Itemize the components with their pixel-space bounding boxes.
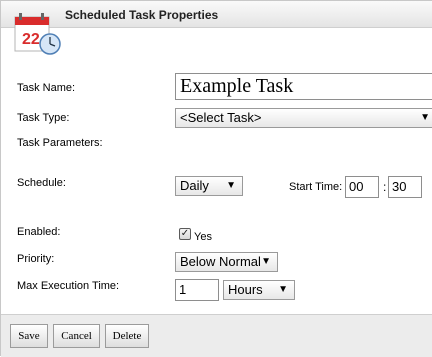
enabled-checkbox[interactable]: ✓ <box>179 228 191 240</box>
enabled-yes-label: Yes <box>194 231 212 243</box>
priority-value: Below Normal <box>180 254 261 269</box>
max-execution-input[interactable]: 1 <box>175 279 219 301</box>
dialog-title: Scheduled Task Properties <box>65 8 219 22</box>
task-name-label: Task Name: <box>17 82 76 94</box>
button-bar: Save Cancel Delete <box>1 314 432 357</box>
title-bar: Scheduled Task Properties <box>1 1 432 28</box>
start-time-label: Start Time: <box>289 181 343 193</box>
max-execution-unit-select[interactable]: Hours ▼ <box>223 280 295 300</box>
task-type-value: <Select Task> <box>180 110 262 125</box>
save-button[interactable]: Save <box>10 324 48 348</box>
task-parameters-label: Task Parameters: <box>17 137 103 149</box>
schedule-value: Daily <box>180 178 209 193</box>
priority-select[interactable]: Below Normal ▼ <box>175 252 278 272</box>
calendar-clock-icon: 22 <box>14 13 61 55</box>
start-minute-input[interactable]: 30 <box>388 176 422 198</box>
chevron-down-icon: ▼ <box>226 180 236 191</box>
enabled-label: Enabled: <box>17 226 61 238</box>
chevron-down-icon: ▼ <box>420 112 430 123</box>
time-separator: : <box>383 180 387 194</box>
chevron-down-icon: ▼ <box>261 256 271 267</box>
max-execution-unit-value: Hours <box>228 282 263 297</box>
priority-label: Priority: <box>17 253 55 265</box>
task-type-label: Task Type: <box>17 112 70 124</box>
svg-text:22: 22 <box>22 31 40 48</box>
chevron-down-icon: ▼ <box>278 284 288 295</box>
max-execution-label: Max Execution Time: <box>17 280 120 292</box>
cancel-button[interactable]: Cancel <box>53 324 100 348</box>
schedule-label: Schedule: <box>17 177 66 189</box>
task-type-select[interactable]: <Select Task> ▼ <box>175 108 432 128</box>
delete-button[interactable]: Delete <box>105 324 149 348</box>
scheduled-task-dialog: Scheduled Task Properties 22 Task Name: … <box>0 0 432 357</box>
start-hour-input[interactable]: 00 <box>345 176 379 198</box>
schedule-select[interactable]: Daily ▼ <box>175 176 243 196</box>
task-name-input[interactable] <box>175 73 432 100</box>
